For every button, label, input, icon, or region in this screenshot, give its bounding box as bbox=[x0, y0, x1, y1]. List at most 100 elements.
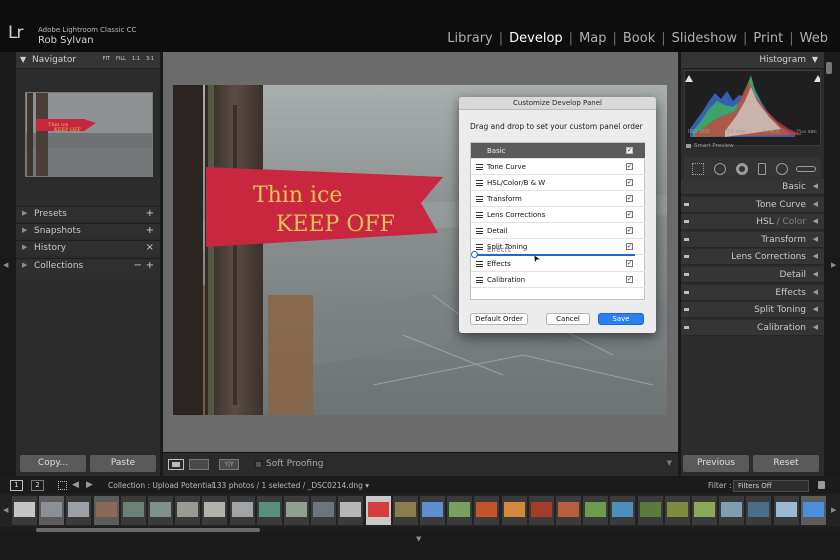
filmstrip-thumbnail[interactable] bbox=[719, 496, 745, 525]
panel-order-row[interactable]: Transform ✓ bbox=[471, 191, 645, 207]
drag-handle-icon[interactable] bbox=[476, 180, 483, 186]
expand-triangle-icon[interactable]: ◀ bbox=[813, 288, 818, 296]
filmstrip-thumbnail[interactable] bbox=[120, 496, 146, 525]
expand-triangle-icon[interactable]: ◀ bbox=[813, 270, 818, 278]
graduated-filter-icon[interactable] bbox=[758, 163, 766, 175]
panel-visible-checkbox[interactable]: ✓ bbox=[626, 211, 633, 218]
filmstrip-thumbnail[interactable] bbox=[229, 496, 255, 525]
filmstrip-thumbnail[interactable] bbox=[365, 496, 391, 525]
filmstrip-thumbnail[interactable] bbox=[12, 496, 37, 525]
filmstrip-scrollbar-thumb[interactable] bbox=[36, 528, 260, 532]
panel-order-row[interactable]: Calibration ✓ bbox=[471, 272, 645, 288]
develop-panel-detail[interactable]: Detail ◀ bbox=[681, 267, 824, 283]
module-slideshow[interactable]: Slideshow bbox=[666, 31, 743, 46]
develop-panel-basic[interactable]: Basic ◀ bbox=[681, 179, 824, 195]
filmstrip-thumbnail[interactable] bbox=[175, 496, 201, 525]
module-develop[interactable]: Develop bbox=[503, 31, 569, 46]
expand-triangle-icon[interactable]: ◀ bbox=[813, 252, 818, 260]
panel-switch-icon[interactable] bbox=[684, 290, 689, 294]
red-eye-icon[interactable] bbox=[736, 163, 748, 175]
develop-panel-split-toning[interactable]: Split Toning ◀ bbox=[681, 302, 824, 319]
right-panel-scrollbar[interactable] bbox=[826, 62, 832, 74]
expand-triangle-icon[interactable]: ◀ bbox=[813, 235, 818, 243]
filmstrip-scroll-right-icon[interactable]: ▶ bbox=[831, 506, 836, 514]
filmstrip-thumbnail[interactable] bbox=[202, 496, 228, 525]
filmstrip-thumbnail[interactable] bbox=[746, 496, 772, 525]
filmstrip-thumbnail[interactable] bbox=[93, 496, 119, 525]
navigator-header[interactable]: ▼ Navigator FIT FILL 1:1 3:1 bbox=[16, 52, 160, 69]
module-print[interactable]: Print bbox=[747, 31, 789, 46]
primary-window-button[interactable]: 1 bbox=[10, 480, 23, 491]
develop-panel-calibration[interactable]: Calibration ◀ bbox=[681, 319, 824, 336]
collapse-triangle-icon[interactable]: ▼ bbox=[812, 55, 818, 64]
develop-panel-transform[interactable]: Transform ◀ bbox=[681, 231, 824, 248]
filmstrip-thumbnail[interactable] bbox=[637, 496, 663, 525]
zoom-1-1[interactable]: 1:1 bbox=[132, 56, 140, 62]
filmstrip-thumbnail[interactable] bbox=[528, 496, 554, 525]
zoom-fill[interactable]: FILL bbox=[116, 56, 126, 62]
filmstrip-thumbnail[interactable] bbox=[256, 496, 282, 525]
expand-triangle-icon[interactable]: ▶ bbox=[22, 226, 27, 234]
source-label[interactable]: Collection : Upload Potential bbox=[108, 481, 214, 490]
remove-icon[interactable]: − bbox=[134, 260, 142, 271]
add-icon[interactable]: + bbox=[146, 208, 154, 219]
panel-visible-checkbox[interactable]: ✓ bbox=[626, 276, 633, 283]
panel-visible-checkbox[interactable]: ✓ bbox=[626, 147, 633, 154]
panel-visible-checkbox[interactable]: ✓ bbox=[626, 227, 633, 234]
module-library[interactable]: Library bbox=[441, 31, 498, 46]
panel-switch-icon[interactable] bbox=[684, 202, 689, 206]
collapse-triangle-icon[interactable]: ▼ bbox=[20, 55, 26, 64]
filmstrip-thumbnail[interactable] bbox=[583, 496, 609, 525]
clear-icon[interactable]: × bbox=[146, 242, 154, 253]
adjustment-brush-icon[interactable] bbox=[796, 166, 816, 172]
drag-handle-icon[interactable] bbox=[476, 228, 483, 234]
drag-handle-icon[interactable] bbox=[476, 212, 483, 218]
panel-order-row[interactable]: Basic ✓ bbox=[471, 143, 645, 159]
filmstrip-thumbnail[interactable] bbox=[773, 496, 799, 525]
panel-order-row[interactable]: HSL/Color/B & W ✓ bbox=[471, 175, 645, 191]
add-icon[interactable]: + bbox=[146, 260, 154, 271]
panel-visible-checkbox[interactable]: ✓ bbox=[626, 195, 633, 202]
soft-proofing-checkbox[interactable] bbox=[255, 461, 262, 468]
filmstrip-thumbnail[interactable] bbox=[338, 496, 364, 525]
filmstrip-thumbnail[interactable] bbox=[800, 496, 826, 525]
filter-dropdown[interactable]: Filters Off bbox=[733, 480, 809, 492]
filmstrip-thumbnail[interactable] bbox=[664, 496, 690, 525]
spot-removal-icon[interactable] bbox=[714, 163, 726, 175]
toolbar-menu-icon[interactable]: ▼ bbox=[667, 459, 672, 467]
collections-section[interactable]: ▶ Collections − + bbox=[16, 258, 160, 273]
grid-view-icon[interactable] bbox=[58, 481, 67, 490]
filmstrip-thumbnail[interactable] bbox=[447, 496, 473, 525]
panel-visible-checkbox[interactable]: ✓ bbox=[626, 179, 633, 186]
right-edge-collapse-icon[interactable]: ▶ bbox=[831, 261, 836, 269]
panel-switch-icon[interactable] bbox=[684, 220, 689, 224]
copy-button[interactable]: Copy... bbox=[20, 455, 86, 472]
default-order-button[interactable]: Default Order bbox=[470, 313, 528, 325]
filter-lock-icon[interactable] bbox=[818, 481, 825, 489]
filmstrip-thumbnail[interactable] bbox=[474, 496, 500, 525]
panel-switch-icon[interactable] bbox=[684, 308, 689, 312]
histogram-header[interactable]: Histogram ▼ bbox=[681, 52, 824, 69]
drag-handle-icon[interactable] bbox=[476, 244, 483, 250]
develop-panel-hsl[interactable]: HSL / Color ◀ bbox=[681, 214, 824, 231]
filmstrip-thumbnail[interactable] bbox=[392, 496, 418, 525]
presets-section[interactable]: ▶ Presets + bbox=[16, 206, 160, 221]
filmstrip-thumbnail[interactable] bbox=[284, 496, 309, 525]
panel-order-row[interactable]: Lens Corrections ✓ bbox=[471, 207, 645, 223]
expand-triangle-icon[interactable]: ▶ bbox=[22, 243, 27, 251]
before-after-swap-icon[interactable]: Y|Y bbox=[219, 459, 239, 470]
filmstrip-thumbnail[interactable] bbox=[311, 496, 337, 525]
panel-visible-checkbox[interactable]: ✓ bbox=[626, 163, 633, 170]
save-button[interactable]: Save bbox=[598, 313, 644, 325]
develop-panel-effects[interactable]: Effects ◀ bbox=[681, 284, 824, 301]
bottom-panel-toggle-icon[interactable]: ▼ bbox=[416, 535, 421, 543]
expand-triangle-icon[interactable]: ◀ bbox=[813, 323, 818, 331]
panel-visible-checkbox[interactable]: ✓ bbox=[626, 243, 633, 250]
develop-panel-tone-curve[interactable]: Tone Curve ◀ bbox=[681, 196, 824, 213]
before-after-icon[interactable] bbox=[189, 459, 209, 470]
forward-arrow-icon[interactable]: ▶ bbox=[86, 480, 93, 490]
module-map[interactable]: Map bbox=[573, 31, 612, 46]
crop-overlay-icon[interactable] bbox=[692, 163, 704, 175]
filmstrip-thumbnail[interactable] bbox=[420, 496, 445, 525]
expand-triangle-icon[interactable]: ▶ bbox=[22, 209, 27, 217]
